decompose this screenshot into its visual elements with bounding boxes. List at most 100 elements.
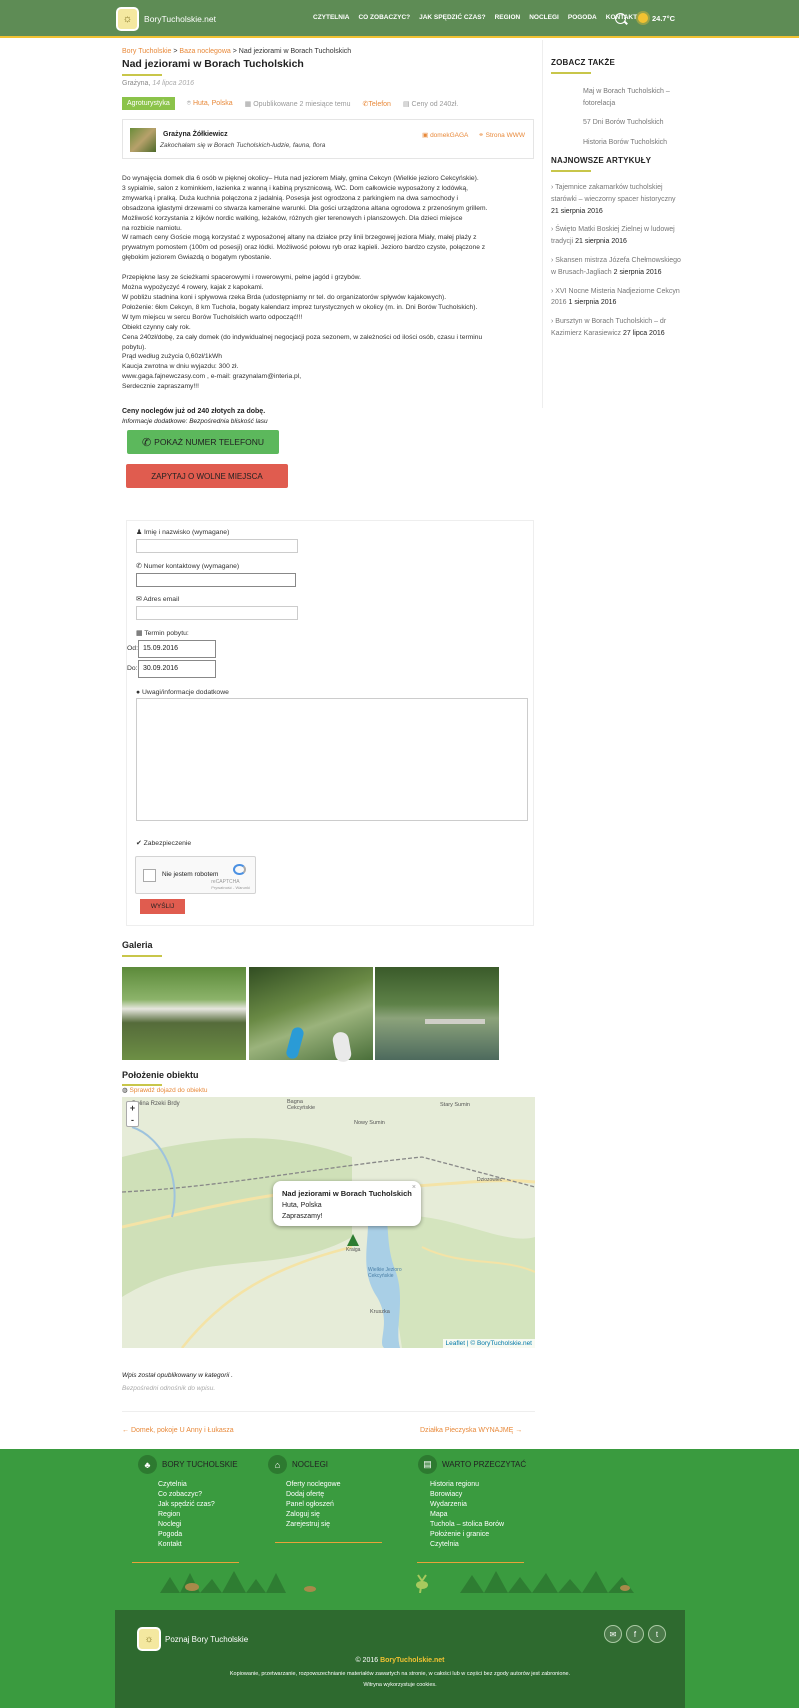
close-icon[interactable]: × [412,1182,416,1193]
newest-underline [551,170,591,172]
nav-region[interactable]: REGION [495,14,521,21]
map-label: Stary Sumin [440,1102,470,1108]
facebook-icon[interactable]: f [626,1625,644,1643]
name-field[interactable] [136,539,298,553]
breadcrumb-home[interactable]: Bory Tucholskie [122,48,171,55]
security-label-text: Zabezpieczenie [143,840,192,847]
footer-link[interactable]: Kontakt [158,1540,268,1550]
recaptcha-checkbox[interactable] [143,869,156,882]
map-label: Nowy Sumin [354,1120,385,1126]
map-label: Dziozowiec [477,1177,503,1183]
article-item[interactable]: › Tajemnice zakamarków tucholskiej staró… [551,182,681,217]
footer-link[interactable]: Jak spędzić czas? [158,1500,268,1510]
gallery-image-3[interactable] [375,967,499,1060]
show-phone-button[interactable]: ✆ POKAŻ NUMER TELEFONU [127,430,279,455]
price-line: Ceny noclegów już od 240 złotych za dobę… [122,408,266,416]
footer-link[interactable]: Co zobaczyc? [158,1490,268,1500]
desc-line: Położenie: 6km Cekcyn, 8 km Tuchola, bog… [122,303,478,311]
send-button[interactable]: WYŚLIJ [140,899,185,914]
weather-widget: 24.7°C [638,13,675,23]
route-link-text: Sprawdź dojazd do obiektu [129,1087,208,1094]
footer-link[interactable]: Mapa [430,1510,548,1520]
article-item[interactable]: › Bursztyn w Borach Tucholskich – dr Kaz… [551,316,681,340]
article-item[interactable]: › XVI Nocne Misteria Nadjeziorne Cekcyn … [551,286,681,310]
nav-noclegi[interactable]: NOCLEGI [529,14,559,21]
map-attribution[interactable]: Leaflet | © BoryTucholskie.net [442,1339,535,1348]
copyright-site-link[interactable]: BoryTucholskie.net [380,1657,444,1664]
footer-link[interactable]: Noclegi [158,1520,268,1530]
footer-link[interactable]: Wydarzenia [430,1500,548,1510]
footer-link[interactable]: Oferty noclegowe [286,1480,398,1490]
see-also-link[interactable]: Historia Borów Tucholskich [583,137,681,149]
email-label-text: Adres email [143,596,180,603]
desc-line: obsadzona iglastymi drzewami co stwarza … [122,204,488,212]
footer-link[interactable]: Tuchola – stolica Borów [430,1520,548,1530]
gallery-image-1[interactable] [122,967,246,1060]
see-also-link[interactable]: 57 Dni Borów Tucholskich [583,117,681,129]
notes-label-text: Uwagi/informacje dodatkowe [142,689,229,696]
phone-field[interactable] [136,573,296,587]
to-label: Do: [127,665,138,672]
footer-link[interactable]: Region [158,1510,268,1520]
desc-line: 3 sypialnie, salon z kominkiem, łazienka… [122,184,469,192]
home-icon: ⌂ [268,1455,287,1474]
see-also-link[interactable]: Maj w Borach Tucholskich – fotorelacja [583,86,681,109]
book-icon: ▤ [418,1455,437,1474]
www-link[interactable]: ⚭ Strona WWW [478,131,525,139]
location-link[interactable]: Huta, Polska [193,100,233,107]
nav-jak-spedzic-czas[interactable]: JAK SPĘDZIĆ CZAS? [419,14,485,21]
footer-link[interactable]: Czytelnia [430,1540,548,1550]
footer-link[interactable]: Borowiacy [430,1490,548,1500]
footer-logo-icon[interactable]: ☼ [137,1627,161,1651]
recaptcha-widget: Nie jestem robotem reCAPTCHA Prywatność -… [135,856,256,894]
search-icon[interactable] [615,13,626,24]
prev-post-link[interactable]: ← Domek, pokoje U Anny i Łukasza [122,1427,234,1434]
footer-link[interactable]: Historia regionu [430,1480,548,1490]
next-post-link[interactable]: Działka Pieczyska WYNAJMĘ → [420,1427,522,1434]
calendar-icon: ▦ [244,100,252,108]
copyright: © 2016 BoryTucholskie.net [115,1657,685,1664]
breadcrumb-baza[interactable]: Baza noclegowa [179,48,230,55]
zoom-out-button[interactable]: - [127,1114,138,1126]
location-map[interactable]: Dolina Rzeki Brdy Bagna Cekcyńskie Nowy … [122,1097,535,1348]
author-name[interactable]: Grażyna [122,80,148,87]
gallery-image-2[interactable] [249,967,373,1064]
desc-line: Cena 240zł/dobę, za cały domek (do indyw… [122,333,483,341]
footer-link[interactable]: Zaloguj się [286,1510,398,1520]
email-icon[interactable]: ✉ [604,1625,622,1643]
twitter-icon[interactable]: t [648,1625,666,1643]
notes-textarea[interactable] [136,698,528,821]
footer-link[interactable]: Panel ogłoszeń [286,1500,398,1510]
permalink-line[interactable]: Bezpośredni odnośnik do wpisu. [122,1385,215,1392]
date-from-field[interactable]: 15.09.2016 [138,640,216,658]
article-item[interactable]: › Skansen mistrza Józefa Chełmowskiego w… [551,255,681,279]
date-to-field[interactable]: 30.09.2016 [138,660,216,678]
facebook-link[interactable]: ▣ domekGAGA [422,131,468,139]
article-item[interactable]: › Święto Matki Boskiej Zielnej w ludowej… [551,224,681,248]
site-logo[interactable]: ☼ BoryTucholskie.net [116,7,216,31]
route-link[interactable]: ◍ Sprawdź dojazd do obiektu [122,1086,208,1094]
calendar-icon: ▦ [136,630,143,637]
category-badge[interactable]: Agroturystyka [122,97,175,110]
meta-bar: Agroturystyka ⌾ Huta, Polska ▦ Opublikow… [122,97,534,110]
term-label: ▦ Termin pobytu: [136,629,189,637]
map-pin-icon: ⌾ [186,99,191,107]
nav-co-zobaczyc[interactable]: CO ZOBACZYC? [358,14,410,21]
zoom-in-button[interactable]: + [127,1102,138,1114]
desc-line: W ramach ceny Goście mogą korzystać z wy… [122,234,477,242]
phone-meta: ✆Telefon [363,100,391,108]
footer-link[interactable]: Dodaj ofertę [286,1490,398,1500]
footer-link[interactable]: Pogoda [158,1530,268,1540]
nav-pogoda[interactable]: POGODA [568,14,597,21]
nav-czytelnia[interactable]: CZYTELNIA [313,14,349,21]
footer-link[interactable]: Czytelnia [158,1480,268,1490]
money-icon: ▤ [402,100,410,108]
page-title: Nad jeziorami w Borach Tucholskich [122,58,304,70]
ask-availability-button[interactable]: ZAPYTAJ O WOLNE MIEJSCA [126,464,288,489]
email-field[interactable] [136,606,298,620]
footer-link[interactable]: Zarejestruj się [286,1520,398,1530]
footer-link[interactable]: Położenie i granice [430,1530,548,1540]
desc-line: Obiekt czynny cały rok. [122,323,191,331]
cookies-text: Witryna wykorzystuje cookies. [363,1682,437,1688]
phone-link[interactable]: ✆Telefon [363,101,391,108]
